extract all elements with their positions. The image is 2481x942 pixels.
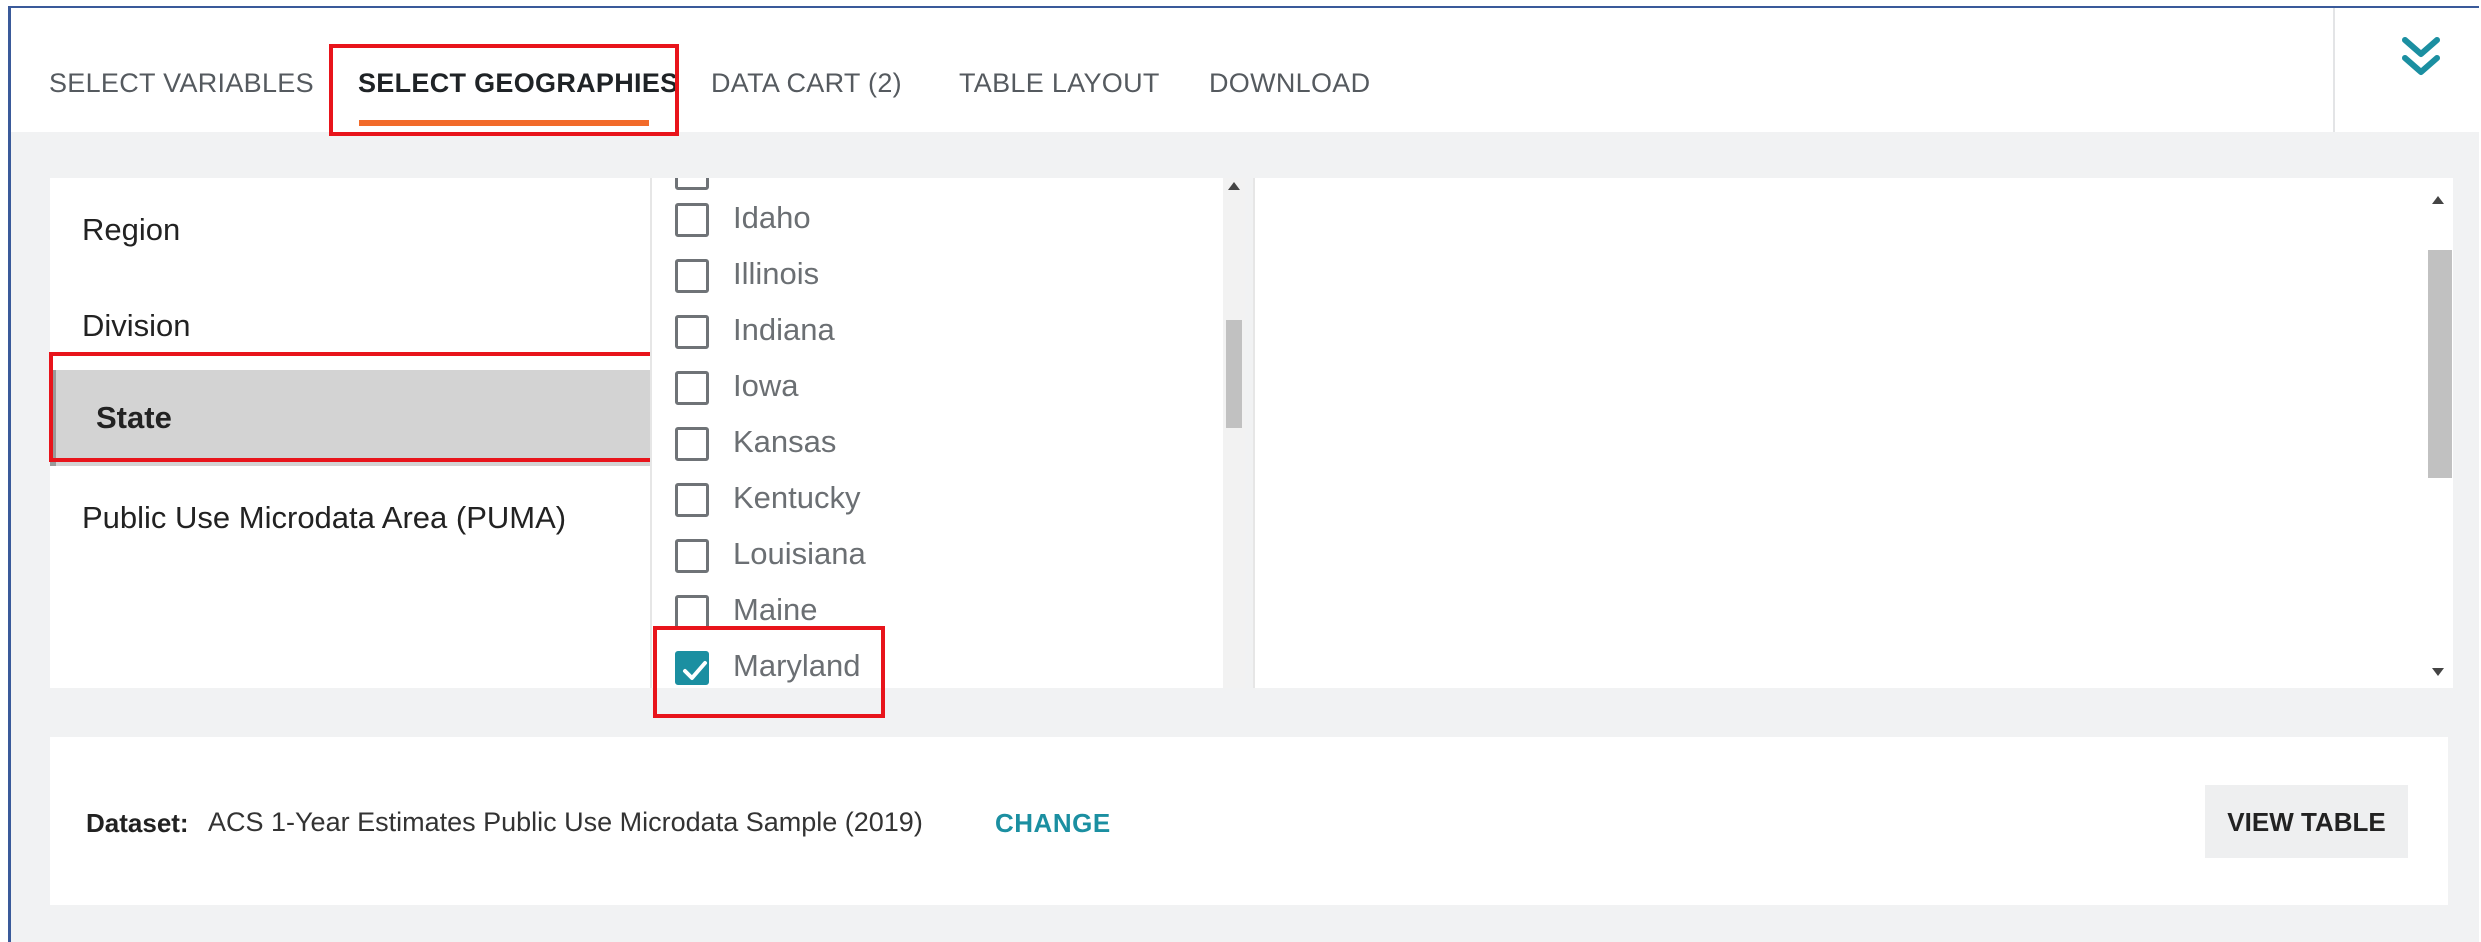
selected-geographies-panel <box>1253 178 2423 688</box>
geo-level-division[interactable]: Division <box>50 278 650 374</box>
geo-level-state[interactable]: State <box>50 370 650 466</box>
state-row-illinois[interactable]: Illinois <box>675 248 1195 304</box>
state-row-maryland[interactable]: Maryland <box>675 640 1195 688</box>
state-label: Maryland <box>733 648 861 683</box>
checkbox[interactable] <box>675 315 709 349</box>
state-row-kansas[interactable]: Kansas <box>675 416 1195 472</box>
state-row-louisiana[interactable]: Louisiana <box>675 528 1195 584</box>
geography-level-panel: Region Division State Public Use Microda… <box>50 178 650 688</box>
scroll-thumb[interactable] <box>1226 320 1242 428</box>
checkbox-checked[interactable] <box>675 651 709 685</box>
checkbox[interactable] <box>675 483 709 517</box>
state-label: Louisiana <box>733 536 866 571</box>
app-frame: SELECT VARIABLES SELECT GEOGRAPHIES DATA… <box>8 6 2479 942</box>
state-row-idaho[interactable]: Idaho <box>675 192 1195 248</box>
checkbox[interactable] <box>675 203 709 237</box>
checkbox[interactable] <box>675 427 709 461</box>
checkmark-icon <box>683 661 707 680</box>
checkbox[interactable] <box>675 539 709 573</box>
change-dataset-link[interactable]: CHANGE <box>995 808 1111 839</box>
geo-level-region[interactable]: Region <box>50 182 650 278</box>
state-label: Maine <box>733 592 818 627</box>
tab-table-layout[interactable]: TABLE LAYOUT <box>959 68 1160 99</box>
page-scroll-up-icon[interactable] <box>2432 196 2444 204</box>
page-scroll-thumb[interactable] <box>2428 250 2452 478</box>
active-tab-indicator <box>359 120 649 126</box>
dataset-label: Dataset: <box>86 808 189 838</box>
tab-select-variables[interactable]: SELECT VARIABLES <box>49 68 314 99</box>
state-label: Indiana <box>733 312 835 347</box>
checkbox[interactable] <box>675 259 709 293</box>
state-label: Idaho <box>733 200 811 235</box>
scroll-up-arrow-icon[interactable] <box>1228 182 1240 190</box>
checkbox-partial <box>675 178 709 190</box>
checkbox[interactable] <box>675 595 709 629</box>
page-scroll-down-icon[interactable] <box>2432 668 2444 676</box>
page-scrollbar[interactable] <box>2423 178 2453 688</box>
panel-divider <box>650 178 652 688</box>
state-label: Kentucky <box>733 480 861 515</box>
tab-data-cart[interactable]: DATA CART (2) <box>711 68 902 99</box>
state-list-panel: Idaho Illinois Indiana Iowa Kansas Kentu… <box>650 178 1245 688</box>
tab-bar: SELECT VARIABLES SELECT GEOGRAPHIES DATA… <box>11 8 2479 132</box>
dataset-value: ACS 1-Year Estimates Public Use Microdat… <box>208 807 923 837</box>
state-label: Kansas <box>733 424 837 459</box>
view-table-button[interactable]: VIEW TABLE <box>2205 785 2408 858</box>
state-row-kentucky[interactable]: Kentucky <box>675 472 1195 528</box>
checkbox[interactable] <box>675 371 709 405</box>
state-label: Illinois <box>733 256 820 291</box>
geo-level-puma[interactable]: Public Use Microdata Area (PUMA) <box>50 470 650 566</box>
dataset-footer: Dataset: ACS 1-Year Estimates Public Use… <box>50 737 2448 905</box>
state-row-indiana[interactable]: Indiana <box>675 304 1195 360</box>
tabbar-divider <box>2333 8 2335 132</box>
tab-download[interactable]: DOWNLOAD <box>1209 68 1370 99</box>
state-row-iowa[interactable]: Iowa <box>675 360 1195 416</box>
double-chevron-down-icon[interactable] <box>2391 28 2451 88</box>
state-row-maine[interactable]: Maine <box>675 584 1195 640</box>
state-list-scrollbar[interactable] <box>1223 178 1245 688</box>
state-label: Iowa <box>733 368 799 403</box>
tab-select-geographies[interactable]: SELECT GEOGRAPHIES <box>358 68 678 99</box>
